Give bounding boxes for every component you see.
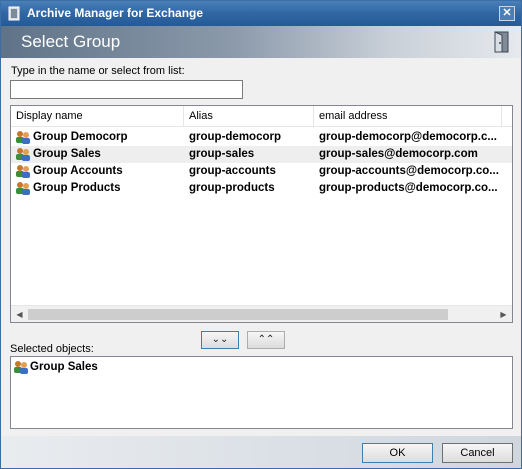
- row-email: group-sales@democorp.com: [319, 148, 478, 160]
- group-list[interactable]: Display name Alias email address Group D…: [10, 105, 513, 323]
- list-header: Display name Alias email address: [11, 106, 512, 127]
- group-icon: [16, 131, 30, 144]
- ok-button[interactable]: OK: [362, 443, 433, 463]
- column-extra[interactable]: [501, 106, 512, 127]
- row-display-name: Group Democorp: [33, 131, 128, 143]
- selected-objects-list[interactable]: Group Sales: [10, 356, 513, 429]
- add-selection-button[interactable]: ⌄⌄: [201, 331, 239, 349]
- scroll-left-icon[interactable]: ◀: [11, 306, 28, 323]
- selected-item-label: Group Sales: [30, 361, 98, 373]
- column-alias[interactable]: Alias: [183, 106, 313, 127]
- column-email[interactable]: email address: [313, 106, 501, 127]
- remove-selection-button[interactable]: ⌃⌃: [247, 331, 285, 349]
- row-email: group-democorp@democorp.c...: [319, 131, 497, 143]
- row-display-name: Group Products: [33, 182, 121, 194]
- horizontal-scrollbar[interactable]: ◀ ▶: [11, 305, 512, 322]
- row-display-name: Group Accounts: [33, 165, 123, 177]
- cancel-button[interactable]: Cancel: [442, 443, 513, 463]
- group-icon: [16, 182, 30, 195]
- row-email: group-products@democorp.co...: [319, 182, 498, 194]
- selected-objects-label: Selected objects:: [10, 343, 94, 355]
- row-display-name: Group Sales: [33, 148, 101, 160]
- search-label: Type in the name or select from list:: [11, 65, 185, 77]
- row-alias: group-democorp: [189, 131, 281, 143]
- group-icon: [14, 361, 28, 374]
- window-title: Archive Manager for Exchange: [27, 6, 204, 20]
- scroll-right-icon[interactable]: ▶: [495, 306, 512, 323]
- dialog-window: Archive Manager for Exchange ✕ Select Gr…: [0, 0, 522, 469]
- group-icon: [16, 148, 30, 161]
- page-title: Select Group: [21, 32, 121, 51]
- row-alias: group-products: [189, 182, 275, 194]
- list-row[interactable]: Group Democorp group-democorp group-demo…: [11, 129, 512, 146]
- list-row-selected[interactable]: Group Sales group-sales group-sales@demo…: [11, 146, 512, 163]
- group-icon: [16, 165, 30, 178]
- title-bar[interactable]: Archive Manager for Exchange ✕: [1, 1, 521, 26]
- list-row[interactable]: Group Accounts group-accounts group-acco…: [11, 163, 512, 180]
- row-alias: group-accounts: [189, 165, 276, 177]
- header-banner: Select Group: [1, 26, 521, 58]
- close-button[interactable]: ✕: [499, 6, 515, 21]
- list-row[interactable]: Group Products group-products group-prod…: [11, 180, 512, 197]
- row-email: group-accounts@democorp.co...: [319, 165, 499, 177]
- column-display-name[interactable]: Display name: [11, 106, 183, 127]
- scroll-thumb[interactable]: [28, 309, 448, 320]
- door-exit-icon[interactable]: [491, 31, 511, 53]
- archive-app-icon: [8, 6, 20, 21]
- row-alias: group-sales: [189, 148, 255, 160]
- search-input[interactable]: [10, 80, 243, 99]
